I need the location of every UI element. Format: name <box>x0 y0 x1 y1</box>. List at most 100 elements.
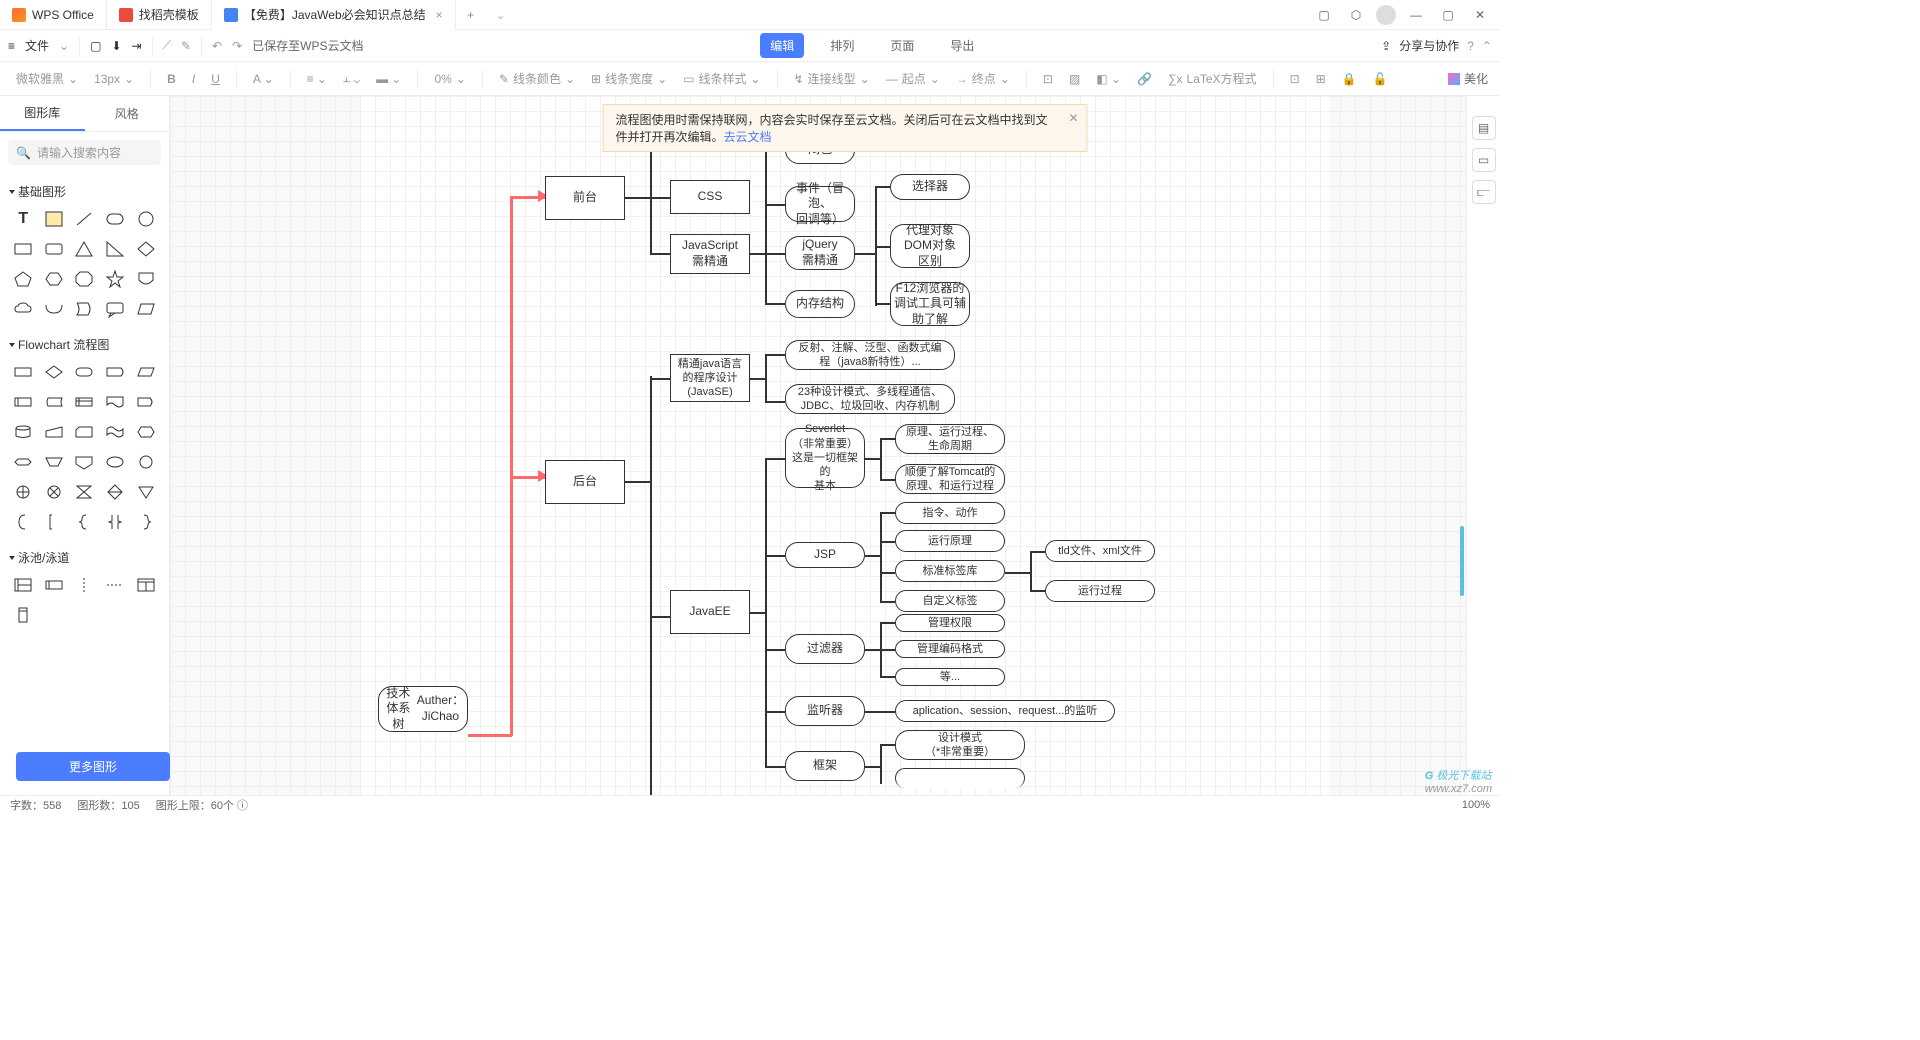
fc-collate[interactable] <box>71 479 98 505</box>
fc-sort[interactable] <box>102 479 129 505</box>
close-button[interactable]: ✕ <box>1468 3 1492 27</box>
crop-icon[interactable]: ⊡ <box>1039 72 1057 86</box>
shape-line[interactable] <box>71 206 98 232</box>
shape-right-triangle[interactable] <box>102 236 129 262</box>
tab-templates[interactable]: 找稻壳模板 <box>107 0 212 30</box>
export-icon[interactable]: ⇥ <box>132 39 142 53</box>
node-javaee[interactable]: JavaEE <box>670 590 750 634</box>
panel-icon[interactable]: ▢ <box>1312 3 1336 27</box>
node-framework[interactable]: 框架 <box>785 751 865 781</box>
end-point[interactable]: → 终点 ⌄ <box>952 70 1014 87</box>
bold-button[interactable]: B <box>163 72 180 86</box>
unlock-icon[interactable]: 🔓 <box>1369 72 1392 86</box>
shape-triangle[interactable] <box>71 236 98 262</box>
shape-star[interactable] <box>102 266 129 292</box>
shape-text[interactable]: T <box>10 206 37 232</box>
node-f12[interactable]: F12浏览器的 调试工具可辅 助了解 <box>890 282 970 326</box>
cube-icon[interactable]: ⬡ <box>1344 3 1368 27</box>
node-principle[interactable]: 原理、运行过程、 生命周期 <box>895 424 1005 454</box>
share-button[interactable]: 分享与协作 <box>1399 37 1459 54</box>
diagram-page[interactable]: 流程图使用时需保持联网，内容会实时保存至云文档。关闭后可在云文档中找到文件并打开… <box>360 96 1330 795</box>
fc-tape[interactable] <box>102 419 129 445</box>
fc-document[interactable] <box>102 389 129 415</box>
hamburger-icon[interactable]: ≡ <box>8 39 15 53</box>
fc-offpage[interactable] <box>71 449 98 475</box>
fc-manual-input[interactable] <box>41 419 68 445</box>
mode-page[interactable]: 页面 <box>880 33 924 58</box>
font-family[interactable]: 微软雅黑 ⌄ <box>12 70 82 87</box>
node-event[interactable]: 事件（冒泡、 回调等） <box>785 186 855 222</box>
node-reflection[interactable]: 反射、注解、泛型、函数式编 程（java8新特性）... <box>785 340 955 370</box>
fc-ellipse[interactable] <box>102 449 129 475</box>
fc-database[interactable] <box>10 419 37 445</box>
sl-lane-h[interactable] <box>41 572 68 598</box>
node-frontend[interactable]: 前台 <box>545 176 625 220</box>
connector-type[interactable]: ↯ 连接线型 ⌄ <box>790 70 874 87</box>
redo-icon[interactable]: ↷ <box>232 39 242 53</box>
node-proxy[interactable]: 代理对象 DOM对象 区别 <box>890 224 970 268</box>
node-jsp[interactable]: JSP <box>785 542 865 568</box>
eraser-icon[interactable]: ✎ <box>181 39 191 53</box>
scrollbar[interactable] <box>1460 526 1464 596</box>
font-size[interactable]: 13px ⌄ <box>90 72 138 86</box>
line-width[interactable]: ⊞ 线条宽度 ⌄ <box>587 70 671 87</box>
node-backend[interactable]: 后台 <box>545 460 625 504</box>
fc-bracket1[interactable] <box>10 509 37 535</box>
fc-loop[interactable] <box>132 419 159 445</box>
fill-color[interactable]: ▬ ⌄ <box>372 72 405 86</box>
node-javase[interactable]: 精通java语言 的程序设计 (JavaSE) <box>670 354 750 402</box>
sl-pool-h[interactable] <box>10 572 37 598</box>
zoom-level[interactable]: 100% <box>1462 799 1490 811</box>
shape-hexagon[interactable] <box>41 266 68 292</box>
collapse-icon[interactable]: ⌃ <box>1482 39 1492 53</box>
fc-terminator[interactable] <box>71 359 98 385</box>
close-icon[interactable]: × <box>436 8 443 22</box>
rail-chart-icon[interactable]: ⫍ <box>1472 180 1496 204</box>
shape-pentagon[interactable] <box>10 266 37 292</box>
new-tab-button[interactable]: + <box>456 8 486 22</box>
node-servlet[interactable]: Severlet （非常重要） 这是一切框架的 基本 <box>785 428 865 488</box>
shape-circle[interactable] <box>132 206 159 232</box>
shape-trap1[interactable] <box>41 296 68 322</box>
fc-internal[interactable] <box>71 389 98 415</box>
node-encoding[interactable]: 管理编码格式 <box>895 640 1005 658</box>
node-filter[interactable]: 过滤器 <box>785 634 865 664</box>
node-jquery[interactable]: jQuery 需精通 <box>785 236 855 270</box>
fc-delay[interactable] <box>132 389 159 415</box>
format-painter-icon[interactable]: ⟋ <box>163 38 171 53</box>
fc-brace2[interactable] <box>102 509 129 535</box>
fc-connector[interactable] <box>132 449 159 475</box>
node-partial[interactable] <box>895 768 1025 788</box>
fc-trap-down[interactable] <box>41 449 68 475</box>
line-height[interactable]: ⫠ ⌄ <box>339 71 364 86</box>
shape-cloud[interactable] <box>10 296 37 322</box>
canvas[interactable]: 流程图使用时需保持联网，内容会实时保存至云文档。关闭后可在云文档中找到文件并打开… <box>170 96 1466 795</box>
section-flowchart[interactable]: Flowchart 流程图 <box>10 336 159 353</box>
font-color[interactable]: A ⌄ <box>249 72 278 86</box>
fc-predefined[interactable] <box>10 389 37 415</box>
fc-merge[interactable] <box>132 479 159 505</box>
node-design-pattern[interactable]: 设计模式 （*非常重要） <box>895 730 1025 760</box>
fc-process[interactable] <box>10 359 37 385</box>
shape-callout[interactable] <box>102 296 129 322</box>
start-point[interactable]: — 起点 ⌄ <box>882 70 944 87</box>
fc-decision[interactable] <box>41 359 68 385</box>
image-icon[interactable]: ▨ <box>1065 72 1084 86</box>
sl-sep-h[interactable] <box>102 572 129 598</box>
node-selector[interactable]: 选择器 <box>890 174 970 200</box>
sidebar-tab-style[interactable]: 风格 <box>85 96 170 131</box>
layer-icon[interactable]: ⊡ <box>1286 72 1304 86</box>
maximize-button[interactable]: ▢ <box>1436 3 1460 27</box>
shape-shield[interactable] <box>132 266 159 292</box>
fc-sum[interactable] <box>10 479 37 505</box>
node-directive[interactable]: 指令、动作 <box>895 502 1005 524</box>
sl-pool-v[interactable] <box>132 572 159 598</box>
mode-edit[interactable]: 编辑 <box>760 33 804 58</box>
fc-card[interactable] <box>71 419 98 445</box>
undo-icon[interactable]: ↶ <box>212 39 222 53</box>
fc-stored[interactable] <box>41 389 68 415</box>
download-icon[interactable]: ⬇ <box>111 39 121 53</box>
shape-roundrect2[interactable] <box>41 236 68 262</box>
search-input[interactable]: 🔍 请输入搜索内容 <box>8 140 161 165</box>
shape-diamond[interactable] <box>132 236 159 262</box>
